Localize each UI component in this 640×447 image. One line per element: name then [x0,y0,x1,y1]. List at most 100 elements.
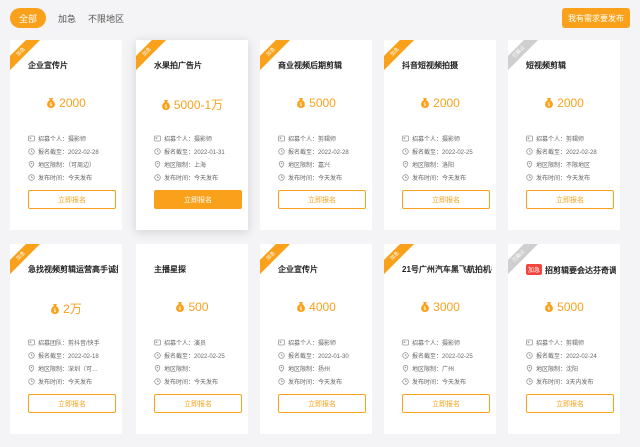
svg-text:$: $ [164,104,167,110]
filter-unlimited-region-tab[interactable]: 不限地区 [88,12,124,25]
job-card[interactable]: 已截止 加急 招剪辑要会达芬奇调 $5000 招募个人：剪辑师 报名截至：2022-02-… [508,244,620,434]
card-info-row: 招募个人：摄影师 [278,336,370,349]
card-info-row: 招募个人：剪辑师 [278,132,370,145]
person-icon [402,339,409,346]
card-info-row: 招募个人：演员 [154,336,246,349]
apply-now-button[interactable]: 立即报名 [278,190,366,209]
card-info-text: 地区限制：上海 [164,163,207,169]
money-bag-icon: $ [421,302,430,312]
money-bag-icon: $ [47,98,56,108]
job-card[interactable]: 加急急找视频剪辑运营高手诚招聘 $2万招募团队：剪抖音/快手报名截至：2022-0… [10,244,122,434]
apply-now-button[interactable]: 立即报名 [154,190,242,209]
job-card[interactable]: 主播星探 $500 招募个人：演员 报名截至：2022-02-25 地区限制： 发布时间：… [136,244,248,434]
clock-icon [526,378,533,385]
card-title-text: 企业宣传片 [28,61,68,70]
card-info-text: 发布时间：今天发布 [412,380,467,386]
price-amount: 5000-1万 [173,98,224,112]
card-info-row: 发布时间：今天发布 [402,375,494,388]
card-info-row: 发布时间：今天发布 [28,375,120,388]
card-title: 急找视频剪辑运营高手诚招聘 [28,264,118,275]
card-info-text: 招募个人：演员 [164,341,207,347]
publish-demand-button[interactable]: 我有需求要发布 [562,8,630,28]
job-card[interactable]: 已截止 短视频剪辑 $2000 招募个人：剪辑师 报名截至：2022-02-28 地区限制… [508,40,620,230]
job-card[interactable]: 加急 企业宣传片 $2000 招募个人：摄影师 报名截至：2022-02-28 地区限制：… [10,40,122,230]
card-info-text: 地区限制：不限地区 [536,163,591,169]
card-info-row: 报名截至：2022-01-30 [278,349,370,362]
person-icon [526,135,533,142]
money-bag-icon: $ [161,100,170,110]
card-info-text: 报名截至：2022-02-25 [412,150,473,156]
svg-text:$: $ [300,306,303,312]
job-card[interactable]: 加急 企业宣传片 $4000 招募个人：摄影师 报名截至：2022-01-30 地区限制：… [260,244,372,434]
card-info-row: 发布时间：今天发布 [154,171,246,184]
card-title-text: 抖音短视频拍摄 [402,61,458,70]
calendar-icon [28,148,35,155]
price-amount: 2万 [63,302,82,316]
card-title-text: 企业宣传片 [278,265,318,274]
card-info-row: 招募个人：摄影师 [28,132,120,145]
card-info-text: 招募个人：剪辑师 [288,137,337,143]
card-info-row: 发布时间：今天发布 [402,171,494,184]
person-icon [278,339,285,346]
apply-now-button[interactable]: 立即报名 [526,190,614,209]
card-price: $5000-1万 [136,96,248,113]
clock-icon [28,174,35,181]
card-title: 短视频剪辑 [526,60,616,71]
price-amount: 4000 [309,300,336,314]
apply-now-button[interactable]: 立即报名 [154,394,242,413]
apply-now-button[interactable]: 立即报名 [28,394,116,413]
clock-icon [154,174,161,181]
card-info-row: 发布时间：今天发布 [28,171,120,184]
price-amount: 5000 [309,96,336,110]
card-info-row: 报名截至：2022-02-28 [526,145,618,158]
person-icon [526,339,533,346]
money-bag-icon: $ [176,302,185,312]
svg-text:$: $ [548,102,551,108]
card-title: 商业视频后期剪辑 [278,60,368,71]
person-icon [28,135,35,142]
card-info-row: 地区限制：上海 [154,158,246,171]
apply-now-button[interactable]: 立即报名 [28,190,116,209]
card-info-row: 招募团队：剪抖音/快手 [28,336,120,349]
job-card[interactable]: 加急 抖音短视频拍摄 $2000 招募个人：摄影师 报名截至：2022-02-25 地区限… [384,40,496,230]
card-info-text: 发布时间：今天发布 [164,380,219,386]
card-corner-ribbon: 加急 [10,244,47,282]
apply-now-button[interactable]: 立即报名 [278,394,366,413]
card-price: $2000 [10,96,122,110]
location-icon [402,161,409,168]
apply-now-button[interactable]: 立即报名 [402,394,490,413]
card-info: 招募个人：摄影师 报名截至：2022-02-25 地区限制：广州 发布时间：今天发布 [402,336,494,388]
card-corner-ribbon: 加急 [136,40,173,78]
card-info-row: 地区限制：深圳（可… [28,362,120,375]
svg-text:$: $ [424,102,427,108]
calendar-icon [402,352,409,359]
card-title-text: 21号广州汽车黑飞航拍机手 [402,265,492,274]
card-info-row: 报名截至：2022-02-18 [28,349,120,362]
card-info-text: 报名截至：2022-02-25 [412,354,473,360]
card-info-row: 地区限制：洛阳 [402,158,494,171]
card-title: 企业宣传片 [278,264,368,275]
job-card[interactable]: 加急 21号广州汽车黑飞航拍机手 $3000 招募个人：摄影师 报名截至：2022-02… [384,244,496,434]
card-price: $2万 [10,300,122,317]
clock-icon [402,174,409,181]
card-info-text: 发布时间：今天发布 [536,176,591,182]
money-bag-icon: $ [297,98,306,108]
card-info-text: 报名截至：2022-02-28 [536,150,597,156]
filter-urgent-tab[interactable]: 加急 [58,12,76,25]
filter-all-tab[interactable]: 全部 [10,8,46,28]
job-card[interactable]: 加急 商业视频后期剪辑 $5000 招募个人：剪辑师 报名截至：2022-02-28 地区… [260,40,372,230]
card-info-text: 报名截至：2022-02-24 [536,354,597,360]
card-info-row: 招募个人：摄影师 [154,132,246,145]
apply-now-button[interactable]: 立即报名 [402,190,490,209]
svg-text:$: $ [300,102,303,108]
card-info-row: 招募个人：剪辑师 [526,336,618,349]
person-icon [28,339,35,346]
card-title-text: 短视频剪辑 [526,61,566,70]
card-info-row: 地区限制：（可周边） [28,158,120,171]
card-info: 招募个人：演员 报名截至：2022-02-25 地区限制： 发布时间：今天发布 [154,336,246,388]
card-info-text: 地区限制：扬州 [288,367,331,373]
apply-now-button[interactable]: 立即报名 [526,394,614,413]
calendar-icon [526,148,533,155]
job-card[interactable]: 加急 水果拍广告片 $5000-1万 招募个人：摄影师 报名截至：2022-01-31 地… [136,40,248,230]
card-info-text: 招募团队：剪抖音/快手 [38,341,100,347]
